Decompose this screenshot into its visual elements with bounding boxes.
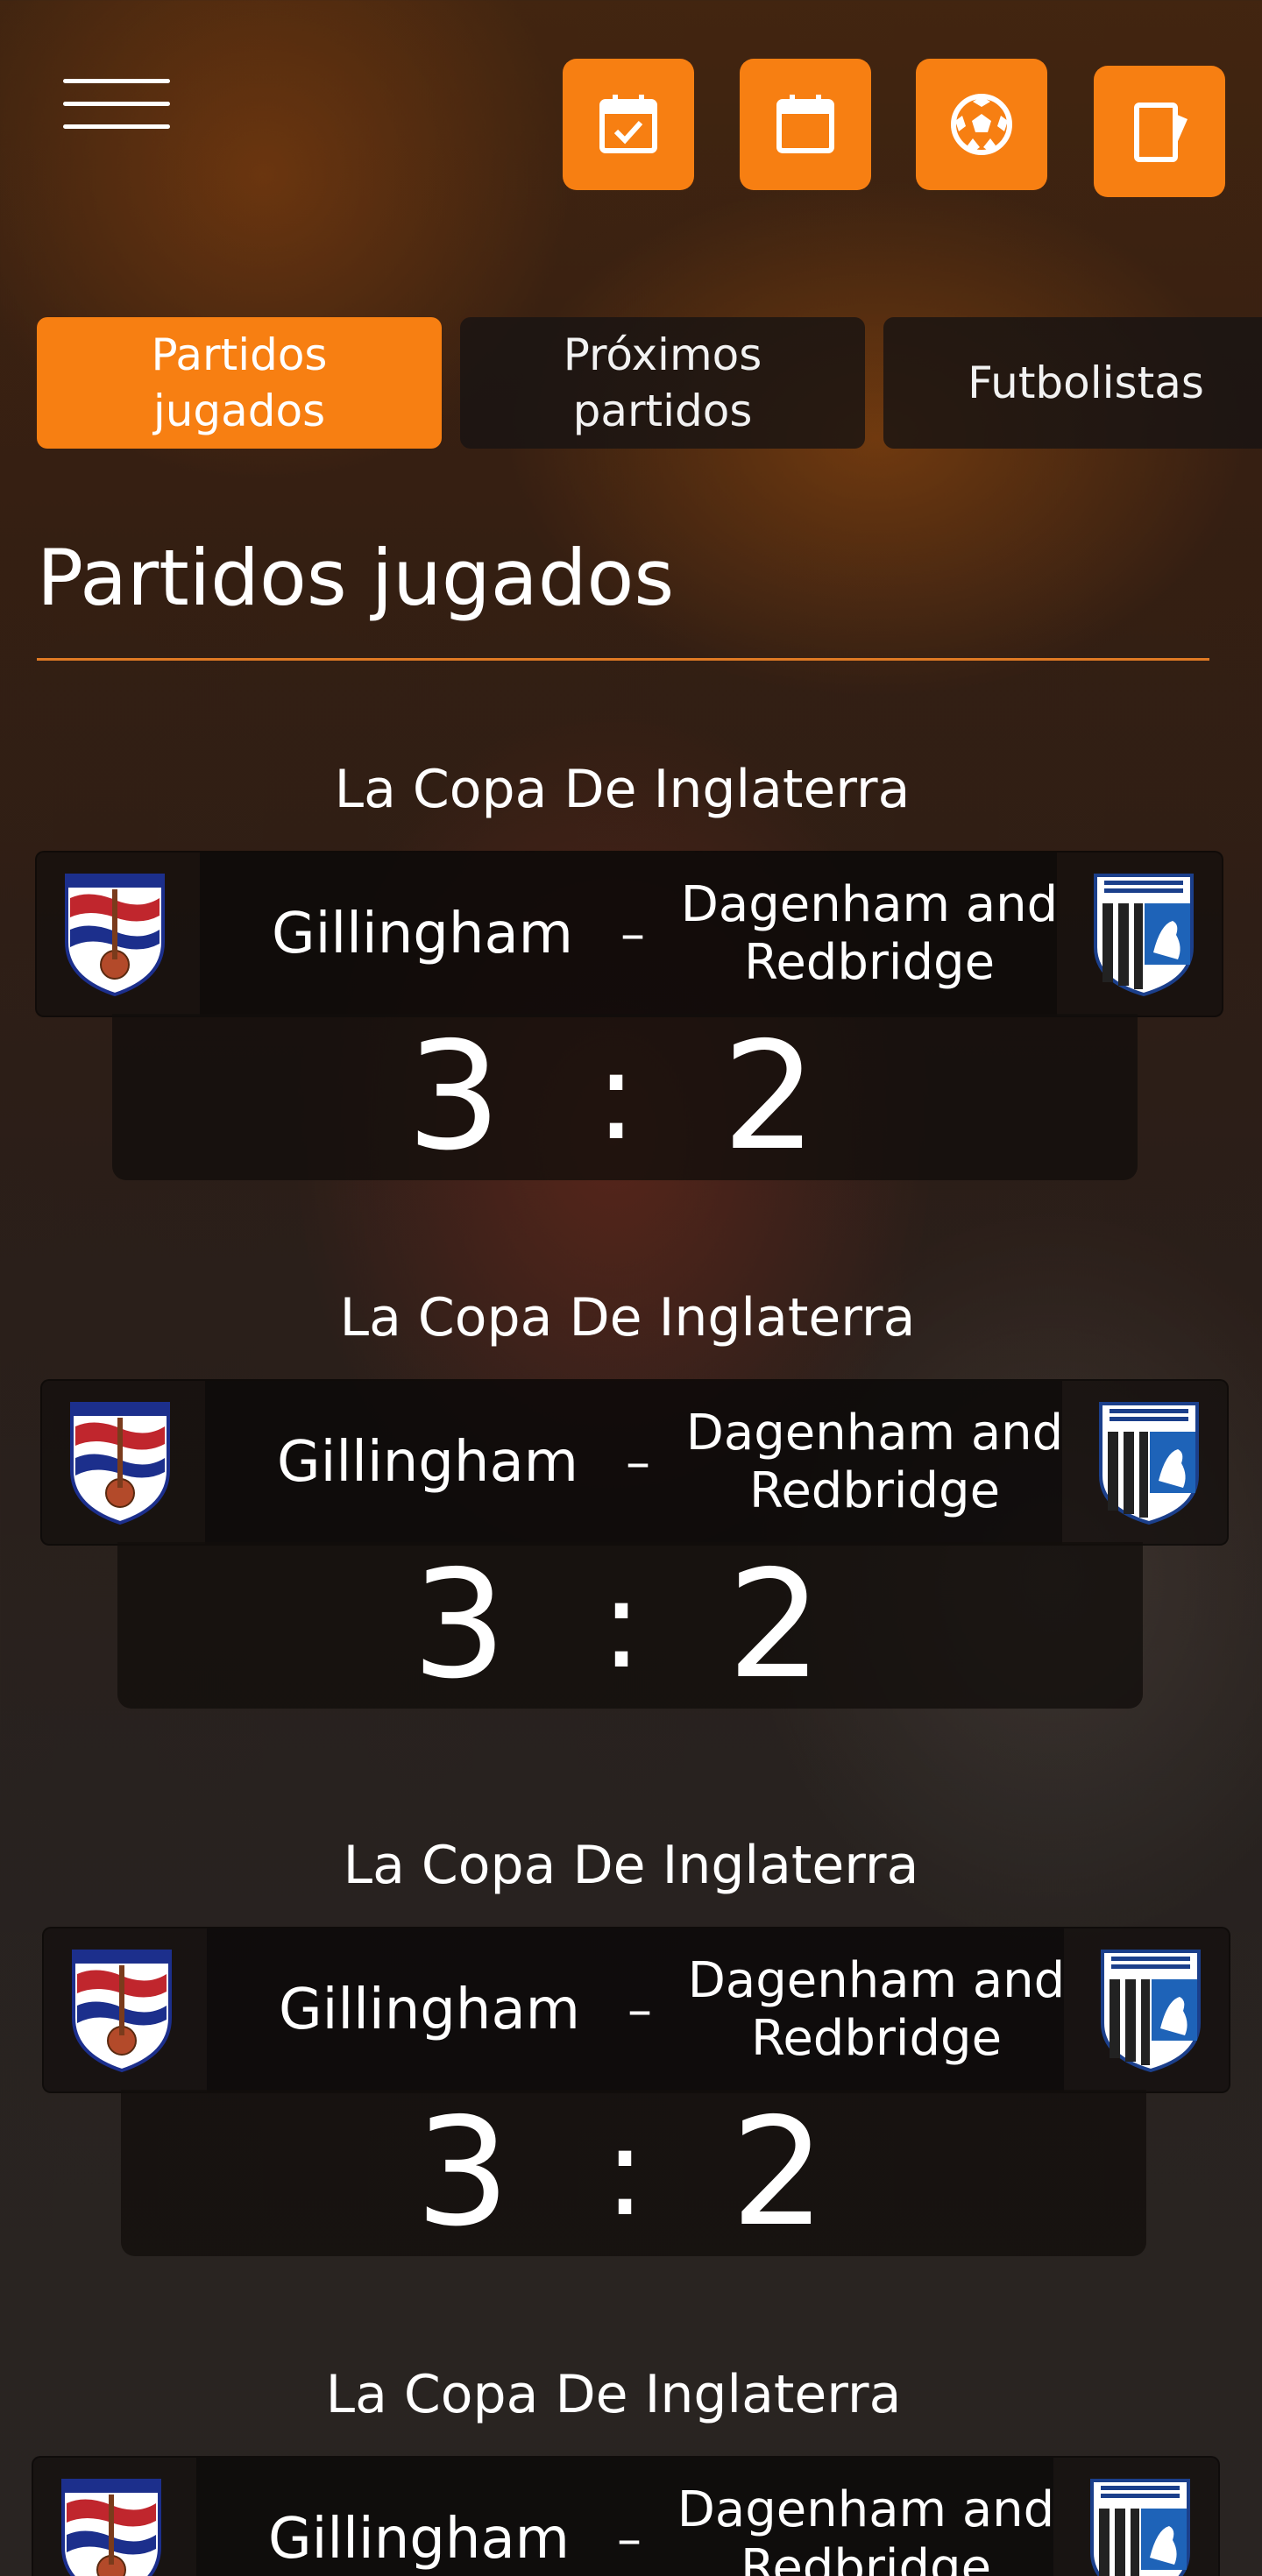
away-team-name: Dagenham and Redbridge	[687, 1952, 1066, 2067]
dagenham-redbridge-crest	[70, 1402, 170, 1525]
tab-upcoming-matches[interactable]: Próximos partidos	[460, 317, 865, 449]
calendar-icon[interactable]	[740, 59, 871, 190]
teams-row[interactable]: Gillingham – Dagenham and Redbridge	[40, 1379, 1229, 1546]
gillingham-fc-crest	[1090, 2479, 1190, 2576]
competition-name: La Copa De Inglaterra	[339, 1287, 916, 1348]
teams-row[interactable]: Gillingham – Dagenham and Redbridge	[32, 2456, 1220, 2576]
home-team-name: Gillingham	[276, 1430, 579, 1495]
gillingham-fc-crest	[1101, 1950, 1201, 2072]
page-title: Partidos jugados	[37, 533, 675, 623]
gillingham-fc-crest	[1094, 874, 1194, 996]
away-team-name: Dagenham and Redbridge	[685, 1405, 1064, 1519]
hamburger-menu-icon[interactable]	[63, 77, 170, 133]
score-separator: :	[604, 2101, 646, 2244]
team-separator: –	[620, 905, 645, 963]
dagenham-redbridge-crest	[65, 874, 165, 996]
score-board: 3 : 2	[121, 2090, 1146, 2256]
top-bar	[0, 0, 1262, 210]
team-separator: –	[617, 2510, 642, 2568]
score-separator: :	[595, 1025, 637, 1168]
home-team-name: Gillingham	[271, 902, 574, 966]
home-team-name: Gillingham	[267, 2507, 571, 2572]
dagenham-redbridge-crest	[72, 1950, 172, 2072]
teams-row[interactable]: Gillingham – Dagenham and Redbridge	[35, 851, 1223, 1017]
teams-row[interactable]: Gillingham – Dagenham and Redbridge	[42, 1927, 1230, 2093]
home-score: 3	[415, 2086, 511, 2260]
tab-played-matches[interactable]: Partidos jugados	[37, 317, 442, 449]
home-score: 3	[406, 1010, 502, 1184]
competition-name: La Copa De Inglaterra	[343, 1835, 919, 1896]
home-score: 3	[411, 1539, 507, 1712]
tab-players[interactable]: Futbolistas	[883, 317, 1262, 449]
away-score: 2	[721, 1010, 818, 1184]
away-team-name: Dagenham and Redbridge	[677, 2481, 1055, 2576]
dagenham-redbridge-crest	[61, 2479, 161, 2576]
score-board: 3 : 2	[117, 1542, 1143, 1709]
team-separator: –	[626, 1433, 650, 1491]
away-score: 2	[727, 1539, 823, 1712]
score-board: 3 : 2	[112, 1014, 1138, 1180]
title-divider	[37, 658, 1209, 661]
match-card: La Copa De Inglaterra Gillingham – Dagen…	[0, 1283, 1262, 1721]
score-separator: :	[600, 1553, 642, 1696]
match-card: La Copa De Inglaterra Gillingham – Dagen…	[0, 1830, 1262, 2268]
competition-name: La Copa De Inglaterra	[325, 2364, 902, 2425]
home-team-name: Gillingham	[278, 1978, 581, 2042]
gillingham-fc-crest	[1099, 1402, 1199, 1525]
soccer-ball-icon[interactable]	[916, 59, 1047, 190]
calendar-check-icon[interactable]	[563, 59, 694, 190]
team-separator: –	[627, 1981, 652, 2039]
competition-name: La Copa De Inglaterra	[334, 759, 911, 820]
match-card: La Copa De Inglaterra Gillingham – Dagen…	[0, 2360, 1262, 2576]
away-score: 2	[730, 2086, 826, 2260]
away-team-name: Dagenham and Redbridge	[680, 876, 1059, 991]
red-card-icon[interactable]	[1094, 66, 1225, 197]
match-card: La Copa De Inglaterra Gillingham – Dagen…	[0, 754, 1262, 1192]
